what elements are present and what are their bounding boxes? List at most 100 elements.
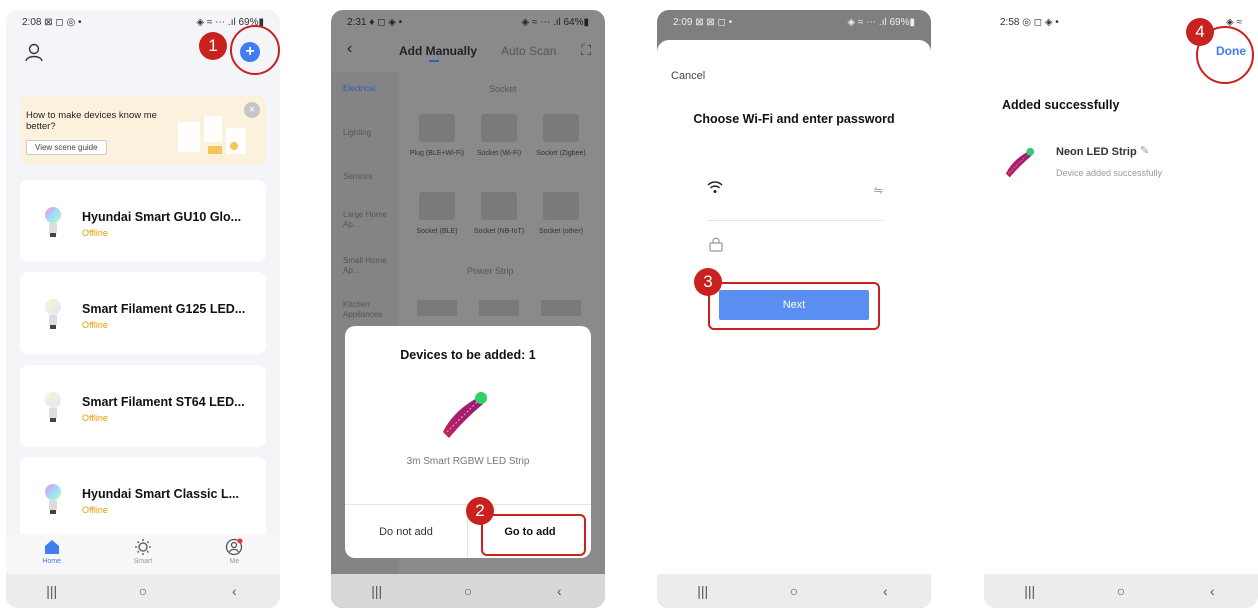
back-button[interactable]: ‹ — [865, 583, 905, 599]
recent-apps-button[interactable]: ||| — [32, 583, 72, 599]
status-time: 2:08 ⊠ ◻ ◎ • — [22, 16, 82, 28]
socket-icon[interactable] — [419, 192, 455, 220]
tab-home[interactable]: Home — [22, 534, 82, 574]
do-not-add-button[interactable]: Do not add — [345, 526, 467, 538]
cancel-button[interactable]: Cancel — [671, 70, 705, 82]
tab-smart[interactable]: Smart — [113, 534, 173, 574]
category-item[interactable]: Electrical — [343, 84, 375, 94]
add-device-header: ‹ Add Manually Auto Scan ⛶ — [331, 38, 605, 66]
device-name: Neon LED Strip — [1056, 146, 1137, 158]
power-strip-icon[interactable] — [541, 300, 581, 316]
device-name: Hyundai Smart Classic L... — [82, 487, 239, 501]
socket-icon[interactable] — [419, 114, 455, 142]
led-strip-icon — [443, 392, 487, 438]
status-bar: 2:09 ⊠ ⊠ ◻ • ◈ ≈ ⋯ .ıl 69%▮ — [657, 10, 931, 34]
tab-label: Smart — [133, 558, 153, 565]
status-indicators: ◈ ≈ ⋯ .ıl 69%▮ — [847, 16, 915, 28]
device-card[interactable]: Smart Filament G125 LED... Offline — [20, 272, 266, 354]
tab-label: Me — [229, 558, 240, 565]
power-strip-icon[interactable] — [417, 300, 457, 316]
socket-label: Socket (other) — [539, 228, 583, 235]
home-button[interactable]: ○ — [123, 583, 163, 599]
device-name: Smart Filament G125 LED... — [82, 302, 246, 316]
system-nav-bar: ||| ○ ‹ — [6, 574, 280, 608]
device-name: Hyundai Smart GU10 Glo... — [82, 210, 242, 224]
home-button[interactable]: ○ — [448, 583, 488, 599]
back-button[interactable]: ‹ — [214, 583, 254, 599]
device-status: Offline — [82, 413, 108, 423]
status-indicators: ◈ ≈ ⋯ .ıl 64%▮ — [521, 16, 589, 28]
sheet-title: Devices to be added: 1 — [400, 348, 536, 362]
system-nav-bar: ||| ○ ‹ — [657, 574, 931, 608]
home-button[interactable]: ○ — [774, 583, 814, 599]
category-item[interactable]: Lighting — [343, 128, 371, 138]
wifi-field-underline — [707, 220, 883, 221]
profile-icon — [226, 538, 243, 556]
added-success-screen: 2:58 ◎ ◻ ◈ • ◈ ≈ Done Added successfully… — [984, 10, 1258, 608]
warm-bulb-icon — [45, 299, 61, 329]
highlight-ring — [481, 514, 586, 556]
home-button[interactable]: ○ — [1101, 583, 1141, 599]
tab-me[interactable]: Me — [204, 534, 264, 574]
scan-icon[interactable]: ⛶ — [581, 42, 591, 59]
device-status: Offline — [82, 228, 108, 238]
room-illustration-icon — [178, 116, 246, 154]
step-badge: 1 — [199, 32, 227, 60]
recent-apps-button[interactable]: ||| — [357, 583, 397, 599]
rgb-bulb-icon — [45, 207, 61, 237]
socket-icon[interactable] — [481, 114, 517, 142]
user-icon[interactable] — [24, 42, 44, 62]
device-card[interactable]: Smart Filament ST64 LED... Offline — [20, 365, 266, 447]
section-title: Power Strip — [467, 266, 514, 276]
socket-label: Socket (Zigbee) — [536, 150, 586, 157]
device-status: Offline — [82, 505, 108, 515]
scene-guide-banner[interactable]: How to make devices know me better? View… — [20, 96, 266, 164]
category-item[interactable]: Sensors — [343, 172, 372, 182]
section-title: Socket — [489, 84, 517, 94]
socket-label: Socket (BLE) — [416, 228, 458, 235]
recent-apps-button[interactable]: ||| — [683, 583, 723, 599]
device-status: Device added successfully — [1056, 168, 1163, 178]
status-time: 2:31 ♦ ◻ ◈ • — [347, 16, 403, 28]
banner-text: How to make devices know me better? — [26, 110, 157, 132]
socket-icon[interactable] — [481, 192, 517, 220]
back-button[interactable]: ‹ — [1192, 583, 1232, 599]
socket-icon[interactable] — [543, 192, 579, 220]
device-status: Offline — [82, 320, 108, 330]
view-scene-guide-button[interactable]: View scene guide — [26, 140, 107, 155]
rgb-bulb-icon — [45, 484, 61, 514]
lock-icon — [709, 237, 723, 252]
page-title: Added successfully — [1002, 98, 1120, 112]
highlight-ring — [230, 25, 280, 75]
device-name: Smart Filament ST64 LED... — [82, 395, 245, 409]
step-badge: 3 — [694, 268, 722, 296]
device-card[interactable]: Hyundai Smart Classic L... Offline — [20, 457, 266, 539]
status-bar: 2:31 ♦ ◻ ◈ • ◈ ≈ ⋯ .ıl 64%▮ — [331, 10, 605, 34]
back-icon[interactable]: ‹ — [347, 40, 352, 58]
highlight-ring — [708, 282, 880, 330]
bottom-tab-bar: Home Smart Me — [6, 534, 280, 574]
tab-add-manually[interactable]: Add Manually — [399, 44, 477, 58]
socket-label: Socket (Wi-Fi) — [476, 150, 522, 157]
tab-label: Home — [42, 558, 61, 565]
led-strip-icon — [1005, 147, 1035, 178]
category-item[interactable]: Large Home Ap... — [343, 210, 391, 230]
socket-label: Socket (NB-IoT) — [473, 228, 525, 235]
step-badge: 2 — [466, 497, 494, 525]
category-item[interactable]: Small Home Ap... — [343, 256, 391, 276]
power-strip-icon[interactable] — [479, 300, 519, 316]
device-card[interactable]: Hyundai Smart GU10 Glo... Offline — [20, 180, 266, 262]
home-icon — [44, 540, 59, 554]
recent-apps-button[interactable]: ||| — [1010, 583, 1050, 599]
switch-network-icon[interactable]: ⇋ — [874, 184, 883, 197]
tab-auto-scan[interactable]: Auto Scan — [501, 44, 556, 58]
socket-icon[interactable] — [543, 114, 579, 142]
category-item[interactable]: Kitchen Appliances — [343, 300, 395, 320]
system-nav-bar: ||| ○ ‹ — [331, 574, 605, 608]
wifi-icon — [707, 181, 723, 193]
status-time: 2:58 ◎ ◻ ◈ • — [1000, 16, 1059, 28]
back-button[interactable]: ‹ — [539, 583, 579, 599]
step-badge: 4 — [1186, 18, 1214, 46]
edit-icon[interactable]: ✎ — [1140, 144, 1149, 157]
sun-icon — [134, 539, 151, 555]
